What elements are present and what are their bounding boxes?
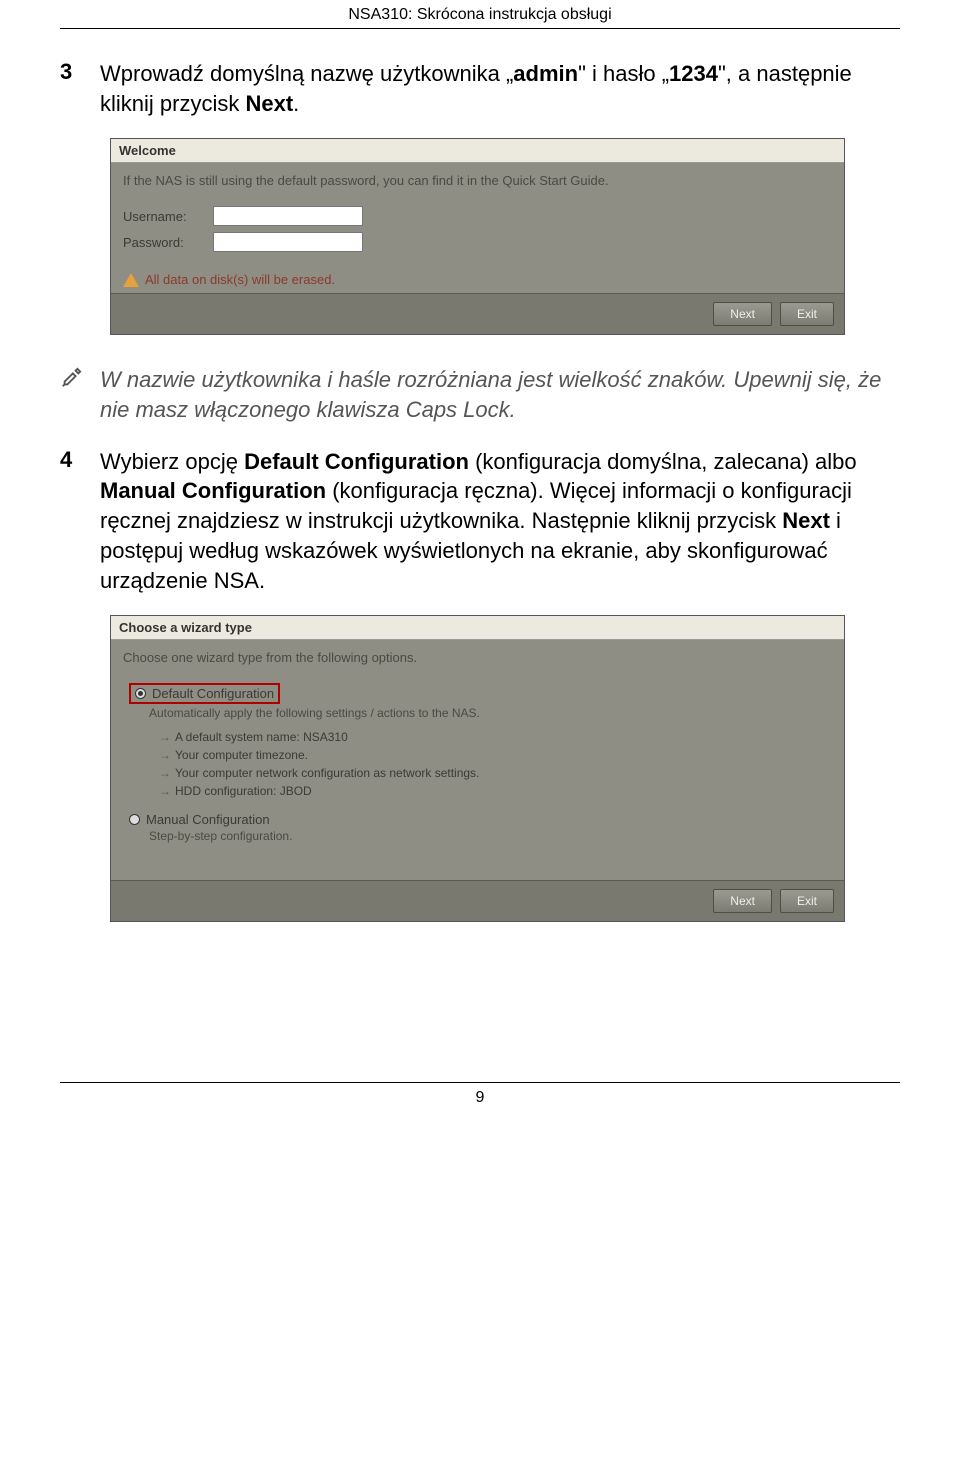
step-4: 4 Wybierz opcję Default Configuration (k… [60,447,900,595]
radio-manual-config[interactable] [129,814,140,825]
dialog-title: Welcome [111,139,844,163]
radio-default-config[interactable] [135,688,146,699]
next-button[interactable]: Next [713,889,772,913]
header-title: NSA310: Skrócona instrukcja obsługi [348,6,611,23]
password-input[interactable] [213,232,363,252]
option-manual-config-label: Manual Configuration [146,812,270,827]
option-manual-sub: Step-by-step configuration. [149,829,832,843]
password-label: Password: [123,235,213,250]
page-header: NSA310: Skrócona instrukcja obsługi [60,0,900,29]
warning-icon [123,273,139,287]
arrow-icon: → [159,784,169,798]
option-default-config-label: Default Configuration [152,686,274,701]
exit-button[interactable]: Exit [780,302,834,326]
list-item: →Your computer timezone. [159,748,832,762]
list-item: →A default system name: NSA310 [159,730,832,744]
tools-icon [60,365,100,395]
warning-text: All data on disk(s) will be erased. [145,272,335,287]
option-default-sub: Automatically apply the following settin… [149,706,832,720]
page-number: 9 [476,1089,485,1106]
dialog-subtitle: Choose one wizard type from the followin… [123,650,832,665]
dialog-subtitle: If the NAS is still using the default pa… [123,173,832,188]
step-number: 4 [60,447,100,473]
username-label: Username: [123,209,213,224]
step-3: 3 Wprowadź domyślną nazwę użytkownika „a… [60,59,900,118]
screenshot-welcome: Welcome If the NAS is still using the de… [110,138,845,335]
arrow-icon: → [159,766,169,780]
note-text: W nazwie użytkownika i haśle rozróżniana… [100,365,900,424]
page-footer: 9 [60,1082,900,1107]
arrow-icon: → [159,730,169,744]
next-button[interactable]: Next [713,302,772,326]
username-input[interactable] [213,206,363,226]
list-item: →Your computer network configuration as … [159,766,832,780]
default-settings-list: →A default system name: NSA310 →Your com… [159,730,832,798]
screenshot-wizard-type: Choose a wizard type Choose one wizard t… [110,615,845,922]
arrow-icon: → [159,748,169,762]
highlighted-option: Default Configuration [129,683,280,704]
exit-button[interactable]: Exit [780,889,834,913]
dialog-title: Choose a wizard type [111,616,844,640]
step-text: Wybierz opcję Default Configuration (kon… [100,447,900,595]
step-text: Wprowadź domyślną nazwę użytkownika „adm… [100,59,900,118]
step-number: 3 [60,59,100,85]
list-item: →HDD configuration: JBOD [159,784,832,798]
note: W nazwie użytkownika i haśle rozróżniana… [60,365,900,424]
